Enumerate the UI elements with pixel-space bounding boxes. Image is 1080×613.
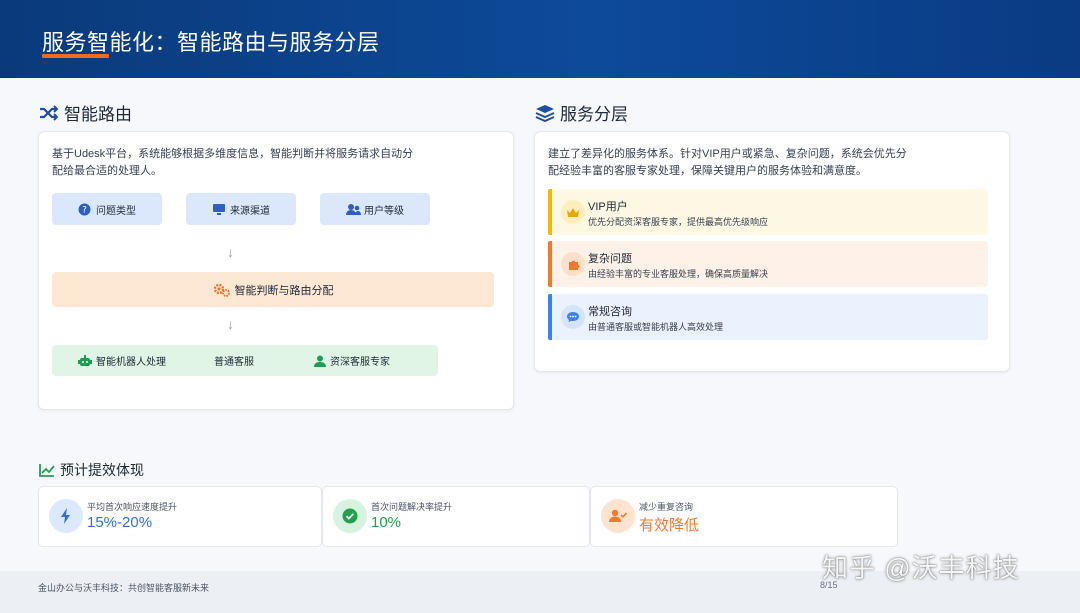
shuffle-icon (38, 103, 60, 123)
kpi-response-speed: 平均首次响应速度提升 15%-20% (38, 486, 322, 547)
layer-regular: 常规咨询 由普通客服或智能机器人高效处理 (548, 294, 988, 340)
line-chart-icon (38, 460, 56, 480)
routing-outputs-box: 智能机器人处理 普通客服 资深客服专家 (52, 345, 438, 376)
routing-decision-box: 智能判断与路由分配 (52, 272, 494, 307)
layers-title-text: 服务分层 (560, 105, 628, 124)
routing-description: 基于Udesk平台，系统能够根据多维度信息，智能判断并将服务请求自动分 配给最合… (52, 148, 414, 177)
crown-icon (561, 200, 585, 224)
header-banner: 服务智能化：智能路由与服务分层 (0, 0, 1080, 78)
output-robot: 智能机器人处理 (78, 345, 166, 376)
input-chip-source-channel: 来源渠道 (186, 193, 296, 225)
layers-description: 建立了差异化的服务体系。针对VIP用户或紧急、复杂问题，系统会优先分 配经验丰富… (548, 148, 907, 177)
effects-section-title: 预计提效体现 (38, 460, 144, 480)
down-arrow-icon: ↓ (227, 244, 234, 260)
down-arrow-icon: ↓ (227, 316, 234, 332)
kpi-first-resolution: 首次问题解决率提升 10% (322, 486, 590, 547)
page-title: 服务智能化：智能路由与服务分层 (42, 30, 380, 55)
layer-complex: 复杂问题 由经验丰富的专业客服处理，确保高质量解决 (548, 241, 988, 287)
user-tie-icon (314, 355, 326, 367)
effects-title-text: 预计提效体现 (60, 462, 144, 478)
routing-title-text: 智能路由 (64, 105, 132, 124)
layer-vip: VIP用户 优先分配资深客服专家，提供最高优先级响应 (548, 189, 988, 235)
gears-icon (213, 283, 231, 297)
output-senior-expert: 资深客服专家 (314, 345, 390, 376)
puzzle-icon (561, 252, 585, 276)
output-normal-agent: 普通客服 (214, 357, 254, 368)
svg-text:?: ? (82, 205, 87, 215)
routing-section-title: 智能路由 (38, 100, 132, 125)
check-circle-icon (333, 499, 367, 533)
bolt-icon (49, 499, 83, 533)
kpi-repeat-inquiries: 减少重复咨询 有效降低 (590, 486, 898, 547)
monitor-icon (212, 203, 225, 216)
user-check-icon (601, 499, 635, 533)
question-circle-icon: ? (78, 203, 91, 216)
chat-icon (561, 305, 585, 329)
robot-icon (78, 354, 92, 367)
title-underline (42, 54, 109, 58)
footer-text: 金山办公与沃丰科技：共创智能客服新未来 (38, 583, 210, 593)
input-chip-question-type: ? 问题类型 (52, 193, 162, 225)
user-group-icon (346, 203, 361, 216)
layers-icon (534, 103, 556, 123)
input-chip-user-level: 用户等级 (320, 193, 430, 225)
layers-section-title: 服务分层 (534, 100, 628, 125)
watermark: 知乎 @沃丰科技 (822, 553, 1020, 583)
